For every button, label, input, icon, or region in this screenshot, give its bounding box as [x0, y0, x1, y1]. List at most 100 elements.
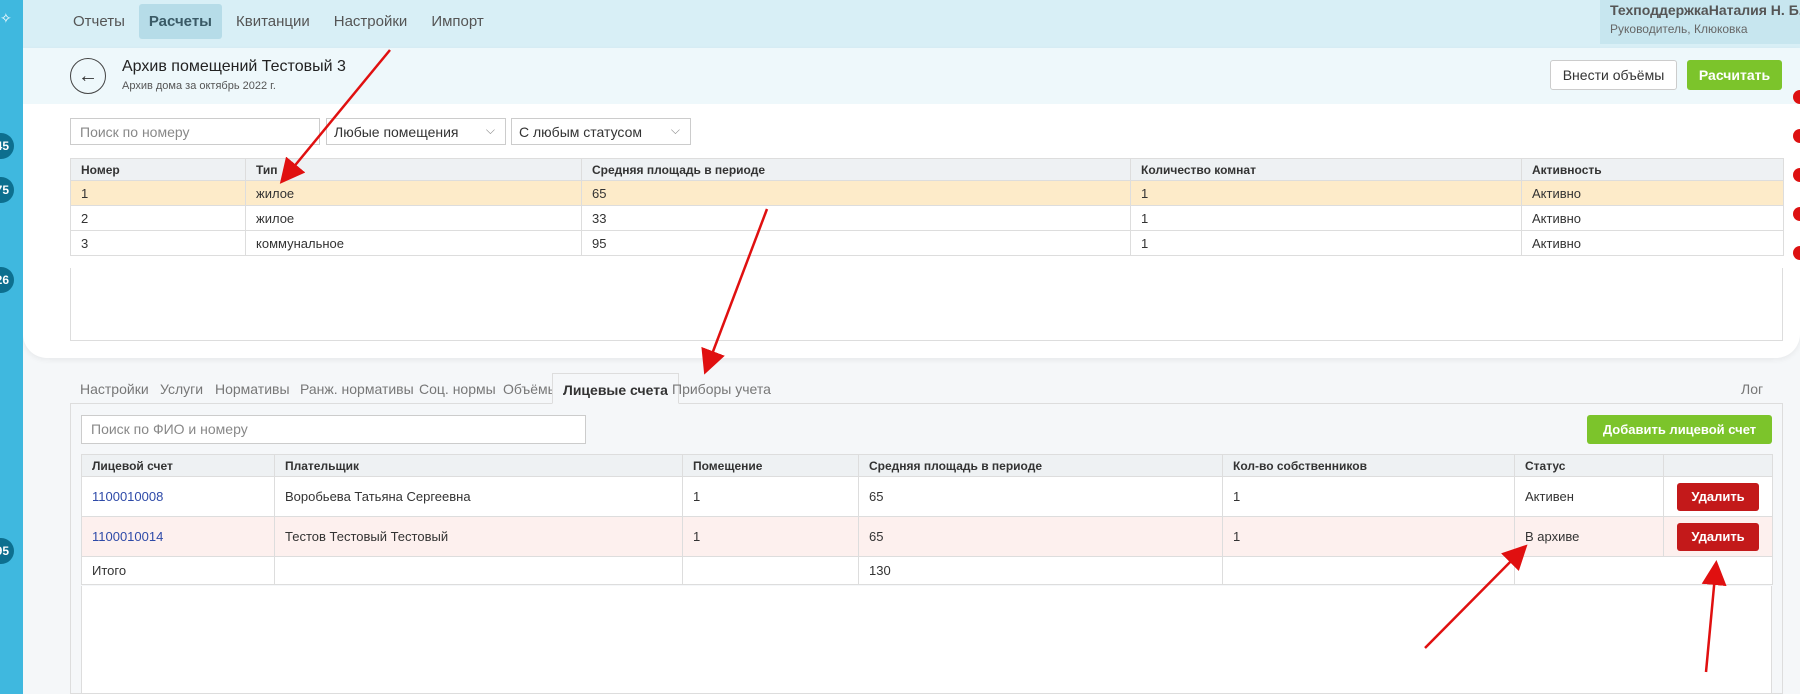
table-cell: Активно [1521, 180, 1784, 206]
table-cell: Тестов Тестовый Тестовый [274, 516, 683, 557]
notification-dot [1793, 90, 1800, 104]
table-empty-area [81, 586, 1772, 694]
column-header[interactable]: Количество комнат [1130, 158, 1522, 181]
tab-social-norms[interactable]: Соц. нормы [409, 373, 506, 404]
sidebar-badge[interactable]: 75 [0, 177, 14, 203]
calculate-button[interactable]: Расчитать [1687, 60, 1782, 90]
delete-button[interactable]: Удалить [1677, 482, 1759, 511]
column-header[interactable]: Помещение [682, 454, 859, 477]
premises-table: Номер Тип Средняя площадь в периоде Коли… [70, 158, 1784, 256]
column-header[interactable]: Плательщик [274, 454, 683, 477]
table-row[interactable]: 2 жилое 33 1 Активно [70, 205, 1784, 231]
table-cell: 1 [1222, 476, 1515, 517]
table-cell [1514, 556, 1773, 585]
tab-bar: Настройки Услуги Нормативы Ранж. нормати… [70, 373, 1783, 404]
table-cell: Активно [1521, 205, 1784, 231]
premise-search-input[interactable]: Поиск по номеру [70, 118, 320, 145]
delete-button[interactable]: Удалить [1677, 522, 1759, 551]
tab-settings[interactable]: Настройки [70, 373, 159, 404]
tab-norms[interactable]: Нормативы [205, 373, 300, 404]
chevron-down-icon: ⌵ [670, 123, 680, 137]
tab-meters[interactable]: Приборы учета [662, 373, 781, 404]
table-cell: 1 [1222, 516, 1515, 557]
left-sidebar: ✧ 45 75 26 95 [0, 0, 23, 694]
table-cell: жилое [245, 180, 582, 206]
table-cell: 1 [70, 180, 246, 206]
table-cell [1222, 556, 1515, 585]
sidebar-badge[interactable]: 45 [0, 133, 14, 159]
pin-icon[interactable]: ✧ [0, 10, 12, 27]
column-header[interactable]: Кол-во собственников [1222, 454, 1515, 477]
sidebar-badge[interactable]: 26 [0, 267, 14, 293]
table-cell: 65 [581, 180, 1131, 206]
table-cell: 2 [70, 205, 246, 231]
table-cell: 65 [858, 516, 1223, 557]
page-header: ← Архив помещений Тестовый 3 Архив дома … [23, 48, 1800, 104]
table-cell: Активно [1521, 230, 1784, 256]
table-cell: Активен [1514, 476, 1664, 517]
user-menu[interactable]: ТехподдержкаНаталия Н. Б. Руководитель, … [1600, 0, 1800, 44]
notification-dot [1793, 129, 1800, 143]
tab-personal-accounts[interactable]: Лицевые счета [552, 373, 679, 404]
user-role: Руководитель, Клюковка [1610, 22, 1748, 36]
chevron-down-icon: ⌵ [485, 123, 495, 137]
column-header[interactable]: Тип [245, 158, 582, 181]
table-cell: Удалить [1663, 476, 1773, 517]
column-header[interactable]: Средняя площадь в периоде [858, 454, 1223, 477]
sidebar-badge[interactable]: 95 [0, 538, 14, 564]
table-cell: Удалить [1663, 516, 1773, 557]
back-arrow-icon[interactable]: ← [70, 58, 106, 94]
table-cell [274, 556, 683, 585]
notification-dot [1793, 246, 1800, 260]
table-row[interactable]: 1100010014 Тестов Тестовый Тестовый 1 65… [81, 516, 1773, 557]
table-row[interactable]: 1100010008 Воробьева Татьяна Сергеевна 1… [81, 476, 1773, 517]
page-subtitle: Архив дома за октябрь 2022 г. [122, 80, 276, 92]
nav-item-reports[interactable]: Отчеты [63, 4, 135, 39]
notification-dot [1793, 207, 1800, 221]
add-account-button[interactable]: Добавить лицевой счет [1587, 415, 1772, 444]
table-cell: 33 [581, 205, 1131, 231]
table-cell: 65 [858, 476, 1223, 517]
nav-item-calculations[interactable]: Расчеты [138, 4, 222, 39]
table-empty-area [70, 268, 1783, 341]
accounts-table: Лицевой счет Плательщик Помещение Средня… [81, 454, 1773, 585]
table-row[interactable]: 1 жилое 65 1 Активно [70, 180, 1784, 206]
status-value: С любым статусом [519, 124, 642, 140]
premise-type-select[interactable]: Любые помещения ⌵ [326, 118, 506, 145]
user-name: ТехподдержкаНаталия Н. Б. [1610, 2, 1800, 18]
table-cell [682, 556, 859, 585]
account-search-input[interactable]: Поиск по ФИО и номеру [81, 415, 586, 444]
column-header[interactable]: Статус [1514, 454, 1664, 477]
tab-ranged-norms[interactable]: Ранж. нормативы [290, 373, 424, 404]
table-cell: 1100010014 [81, 516, 275, 557]
table-total-row: Итого 130 [81, 556, 1773, 585]
tab-log[interactable]: Лог [1731, 373, 1773, 404]
column-header[interactable]: Активность [1521, 158, 1784, 181]
column-header [1663, 454, 1773, 477]
table-row[interactable]: 3 коммунальное 95 1 Активно [70, 230, 1784, 256]
table-header-row: Лицевой счет Плательщик Помещение Средня… [81, 454, 1773, 477]
account-link[interactable]: 1100010008 [92, 489, 163, 504]
page-title: Архив помещений Тестовый 3 [122, 58, 346, 75]
status-select[interactable]: С любым статусом ⌵ [511, 118, 691, 145]
column-header[interactable]: Средняя площадь в периоде [581, 158, 1131, 181]
table-cell: 1 [682, 476, 859, 517]
table-cell: 130 [858, 556, 1223, 585]
nav-item-import[interactable]: Импорт [421, 4, 493, 39]
table-cell: 1 [1130, 205, 1522, 231]
table-cell: 1100010008 [81, 476, 275, 517]
column-header[interactable]: Лицевой счет [81, 454, 275, 477]
premise-type-value: Любые помещения [334, 124, 459, 140]
table-cell: 1 [1130, 180, 1522, 206]
premises-card: ← Архив помещений Тестовый 3 Архив дома … [23, 48, 1800, 358]
enter-volumes-button[interactable]: Внести объёмы [1550, 60, 1677, 90]
tab-services[interactable]: Услуги [150, 373, 213, 404]
nav-item-receipts[interactable]: Квитанции [226, 4, 320, 39]
nav-item-settings[interactable]: Настройки [324, 4, 418, 39]
table-cell: 1 [1130, 230, 1522, 256]
column-header[interactable]: Номер [70, 158, 246, 181]
table-cell: 95 [581, 230, 1131, 256]
main-nav: Отчеты Расчеты Квитанции Настройки Импор… [63, 4, 494, 39]
table-header-row: Номер Тип Средняя площадь в периоде Коли… [70, 158, 1784, 181]
account-link[interactable]: 1100010014 [92, 529, 163, 544]
